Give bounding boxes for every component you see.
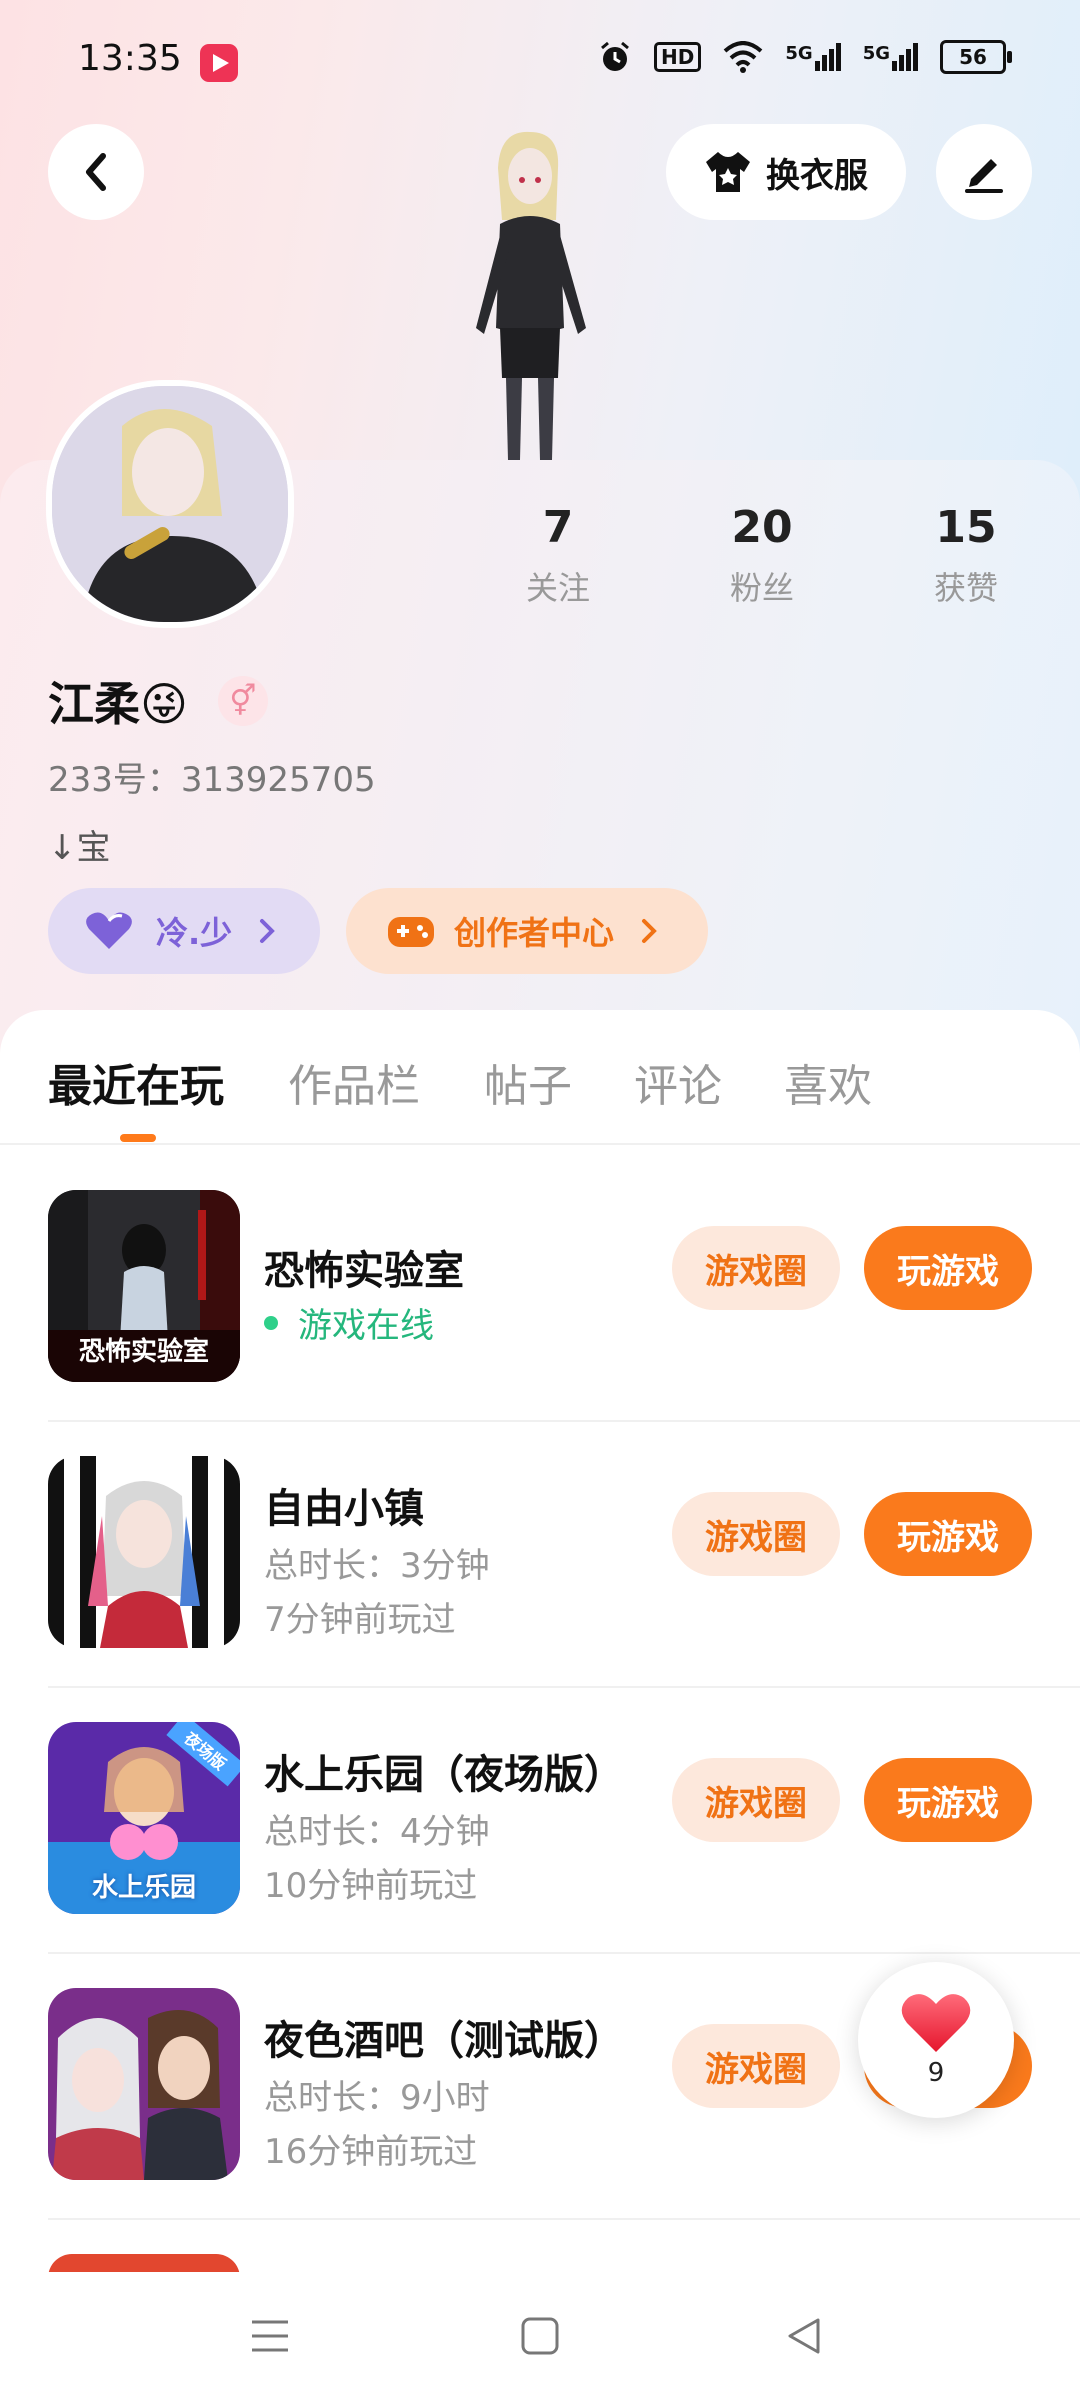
home-icon[interactable] [520, 2316, 560, 2356]
tab-divider [0, 1143, 1080, 1145]
chevron-right-icon [260, 919, 276, 943]
signature: ↓宝 [48, 828, 111, 868]
game-duration: 总时长：9小时 [264, 2078, 490, 2118]
avatar-3d-figure [476, 131, 586, 460]
game-circle-button[interactable]: 游戏圈 [672, 1226, 840, 1310]
game-last-played: 7分钟前玩过 [264, 1600, 456, 1640]
game-row[interactable]: 夜场版 水上乐园 水上乐园（夜场版） 总时长：4分钟 10分钟前玩过 游戏圈 玩… [0, 1682, 1080, 1948]
tab-likes[interactable]: 喜欢 [784, 1050, 872, 1114]
battery-icon: 56 [940, 40, 1012, 74]
stat-likes-value: 15 [935, 502, 997, 553]
back-button[interactable] [48, 124, 144, 220]
signal-sim2-icon: 5G [863, 43, 918, 71]
stat-followers-value: 20 [731, 502, 793, 553]
signal-sim1-icon: 5G [785, 43, 841, 71]
group-chip-label: 冷.少 [156, 914, 233, 952]
nickname: 江柔😜 [48, 677, 188, 731]
stat-followers-label: 粉丝 [729, 569, 794, 607]
row-divider [48, 2218, 1080, 2220]
play-game-button[interactable]: 玩游戏 [864, 1492, 1032, 1576]
game-duration: 总时长：4分钟 [264, 1812, 490, 1852]
status-time: 13:35 [78, 38, 182, 79]
game-circle-button[interactable]: 游戏圈 [672, 1758, 840, 1842]
like-count: 9 [927, 2058, 945, 2088]
edit-profile-button[interactable] [936, 124, 1032, 220]
stat-followers[interactable]: 20 粉丝 [682, 502, 842, 609]
heart-icon [901, 1994, 971, 2052]
chevron-right-icon [642, 919, 657, 943]
avatar-image [52, 386, 288, 622]
nickname-row: 江柔😜 ⚥ [48, 668, 268, 734]
creator-center-label: 创作者中心 [454, 914, 615, 952]
game-title: 夜色酒吧（测试版） [264, 2018, 624, 2064]
account-id: 233号：313925705 [48, 760, 376, 800]
tshirt-icon [706, 152, 750, 192]
play-game-button[interactable]: 玩游戏 [864, 1226, 1032, 1310]
free-town-icon [48, 1456, 240, 1648]
back-triangle-icon[interactable] [784, 2316, 824, 2356]
game-icon [48, 1988, 240, 2180]
alarm-icon [601, 41, 629, 71]
stat-following-label: 关注 [525, 569, 590, 607]
avatar[interactable] [46, 380, 294, 628]
heart-icon [86, 912, 132, 949]
chevron-left-icon [86, 153, 106, 191]
game-last-played: 10分钟前玩过 [264, 1866, 478, 1906]
game-duration: 总时长：3分钟 [264, 1546, 490, 1586]
game-row[interactable]: 恐怖实验室 恐怖实验室 游戏在线 游戏圈 玩游戏 [0, 1150, 1080, 1416]
notification-app-icon [200, 44, 238, 82]
game-circle-button[interactable]: 游戏圈 [672, 1492, 840, 1576]
status-icons: HD 5G 5G 56 [598, 40, 1012, 74]
status-bar: 13:35 HD 5G 5G 56 [0, 0, 1080, 120]
game-last-played: 16分钟前玩过 [264, 2132, 478, 2172]
change-outfit-label: 换衣服 [766, 155, 868, 196]
stat-following[interactable]: 7 关注 [478, 502, 638, 609]
game-icon-caption: 水上乐园 [91, 1873, 196, 1903]
change-outfit-button[interactable]: 换衣服 [666, 124, 906, 220]
group-chip[interactable]: 冷.少 [48, 888, 320, 974]
night-bar-icon [48, 1988, 240, 2180]
game-circle-button[interactable]: 游戏圈 [672, 2024, 840, 2108]
tab-indicator [120, 1134, 156, 1142]
game-row[interactable]: 自由小镇 总时长：3分钟 7分钟前玩过 游戏圈 玩游戏 [0, 1416, 1080, 1682]
hd-icon: HD [654, 42, 702, 72]
online-dot-icon [264, 1315, 278, 1330]
game-icon [48, 1456, 240, 1648]
tab-recently-played[interactable]: 最近在玩 [48, 1050, 224, 1114]
gamepad-icon [388, 917, 434, 947]
game-status: 游戏在线 [264, 1298, 434, 1347]
game-icon: 恐怖实验室 [48, 1190, 240, 1382]
system-navigation-bar [0, 2272, 1080, 2400]
tab-comments[interactable]: 评论 [634, 1050, 722, 1114]
stat-likes-label: 获赞 [933, 569, 998, 607]
stat-likes[interactable]: 15 获赞 [886, 502, 1046, 609]
creator-center-chip[interactable]: 创作者中心 [346, 888, 708, 974]
game-status-text: 游戏在线 [298, 1306, 434, 1346]
wifi-icon [724, 41, 763, 73]
game-title: 水上乐园（夜场版） [264, 1752, 624, 1798]
stat-following-value: 7 [542, 502, 574, 553]
pen-icon [965, 159, 1003, 193]
menu-icon[interactable] [250, 2316, 290, 2356]
floating-like-button[interactable]: 9 [858, 1962, 1014, 2118]
tab-posts[interactable]: 帖子 [484, 1050, 572, 1114]
game-title: 自由小镇 [264, 1486, 424, 1532]
game-title: 恐怖实验室 [264, 1248, 464, 1294]
play-game-button[interactable]: 玩游戏 [864, 1758, 1032, 1842]
tab-works[interactable]: 作品栏 [288, 1050, 420, 1114]
game-icon: 夜场版 水上乐园 [48, 1722, 240, 1914]
gender-icon: ⚥ [217, 676, 268, 726]
game-icon-caption: 恐怖实验室 [78, 1337, 209, 1367]
